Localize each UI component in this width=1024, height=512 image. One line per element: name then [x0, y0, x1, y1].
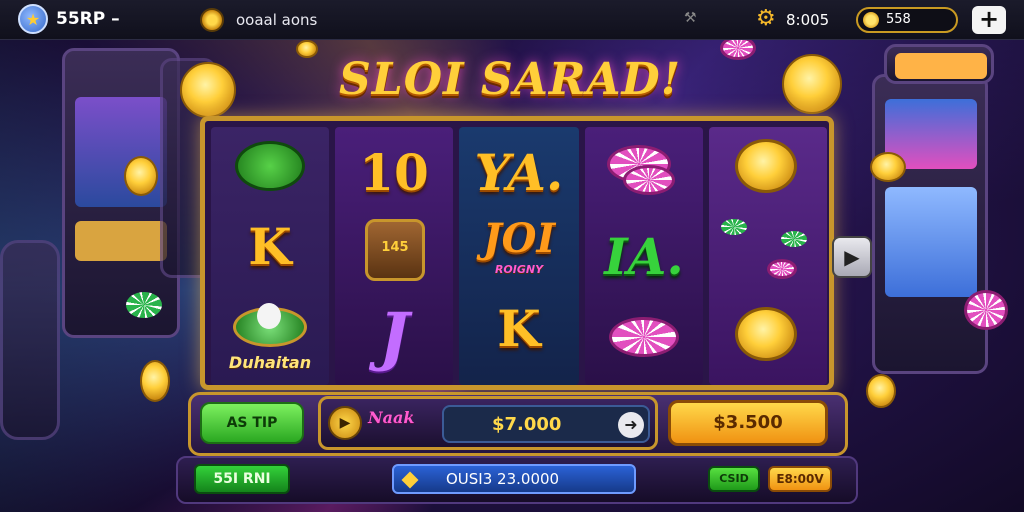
play-icon: ▶: [339, 415, 351, 431]
coin-icon: [735, 307, 797, 361]
reel-1: K Duhaitan: [211, 127, 329, 385]
chip-icon: [721, 219, 747, 235]
chip-icon: [623, 165, 675, 195]
bet-value: $7.000: [492, 414, 562, 435]
autospin-button[interactable]: AS TIP: [200, 402, 304, 444]
player-avatar[interactable]: ★: [18, 4, 48, 34]
small-green-button[interactable]: CSID: [708, 466, 760, 492]
top-bar: ★ 55RP – ooaal aons ⚒ ⚙ 8:005 558 +: [0, 0, 1024, 40]
chip-icon: [126, 292, 162, 318]
brand-label: Naak: [368, 408, 415, 427]
balance-pill: 558: [856, 7, 958, 33]
coin-icon: [866, 374, 896, 408]
gear-icon[interactable]: ⚙: [756, 6, 776, 31]
gems-value: 8:005: [786, 11, 830, 29]
next-arrow-button[interactable]: ▶: [832, 236, 872, 278]
balance-value: 558: [886, 12, 911, 27]
reel-symbol: YA.: [474, 143, 564, 202]
win-display: OUSI3 23.0000: [392, 464, 636, 494]
coin-icon: [782, 54, 842, 114]
barrel-label: 145: [381, 240, 409, 255]
reel-sublabel: ROIGNY: [494, 263, 544, 276]
reel-5: [709, 127, 827, 385]
coin-icon: [735, 139, 797, 193]
play-button[interactable]: ▶: [328, 406, 362, 440]
green-hat-icon: [235, 141, 305, 191]
play-icon: ▶: [844, 245, 860, 269]
win-value: OUSI3 23.0000: [446, 470, 560, 488]
reel-symbol: 10: [359, 143, 429, 202]
reel-symbol: JOI: [482, 215, 556, 262]
bet-arrow-button[interactable]: ➜: [618, 412, 644, 438]
add-coins-button[interactable]: +: [972, 6, 1006, 34]
coin-icon: [180, 62, 236, 118]
coin-icon: [140, 360, 170, 402]
arcade-stool: [0, 240, 60, 440]
coin-icon: [124, 156, 158, 196]
pearl-icon: [257, 303, 281, 329]
bonus-coin-icon: [200, 8, 224, 32]
reel-symbol: K: [248, 217, 292, 276]
reel-2: 10 145 J: [335, 127, 453, 385]
reel-symbol: J: [378, 299, 410, 374]
player-name: 55RP –: [56, 9, 120, 29]
chip-icon: [964, 290, 1008, 330]
arrow-right-icon: ➜: [624, 415, 638, 434]
reel-symbol: K: [497, 299, 541, 358]
arcade-cabinet-right-back: [884, 44, 994, 84]
level-button[interactable]: 55I RNI: [194, 464, 290, 494]
small-orange-button[interactable]: E8:00V: [768, 466, 832, 492]
reel-3: YA. JOI ROIGNY K: [459, 127, 579, 385]
arcade-cabinet-right: [872, 74, 988, 374]
reel-frame: K Duhaitan 10 145 J YA. JOI ROIGNY K IA.: [200, 116, 834, 390]
reel-label: Duhaitan: [228, 353, 312, 372]
diamond-icon: [401, 471, 419, 489]
game-title: SLOI SARAD!: [338, 54, 682, 105]
reel-symbol: IA.: [604, 227, 684, 286]
reel-4: IA.: [585, 127, 703, 385]
chip-icon: [609, 317, 679, 357]
bonus-label[interactable]: ooaal aons: [236, 11, 317, 29]
coin-icon: [863, 12, 879, 28]
spin-button[interactable]: $3.500: [668, 400, 828, 446]
wrench-icon[interactable]: ⚒: [684, 10, 697, 26]
chip-icon: [767, 259, 797, 279]
bet-display: $7.000 ➜: [442, 405, 650, 443]
star-icon: ★: [25, 9, 41, 29]
coin-icon: [296, 40, 318, 58]
coin-icon: [870, 152, 906, 182]
chip-icon: [781, 231, 807, 247]
barrel-icon: 145: [365, 219, 425, 281]
